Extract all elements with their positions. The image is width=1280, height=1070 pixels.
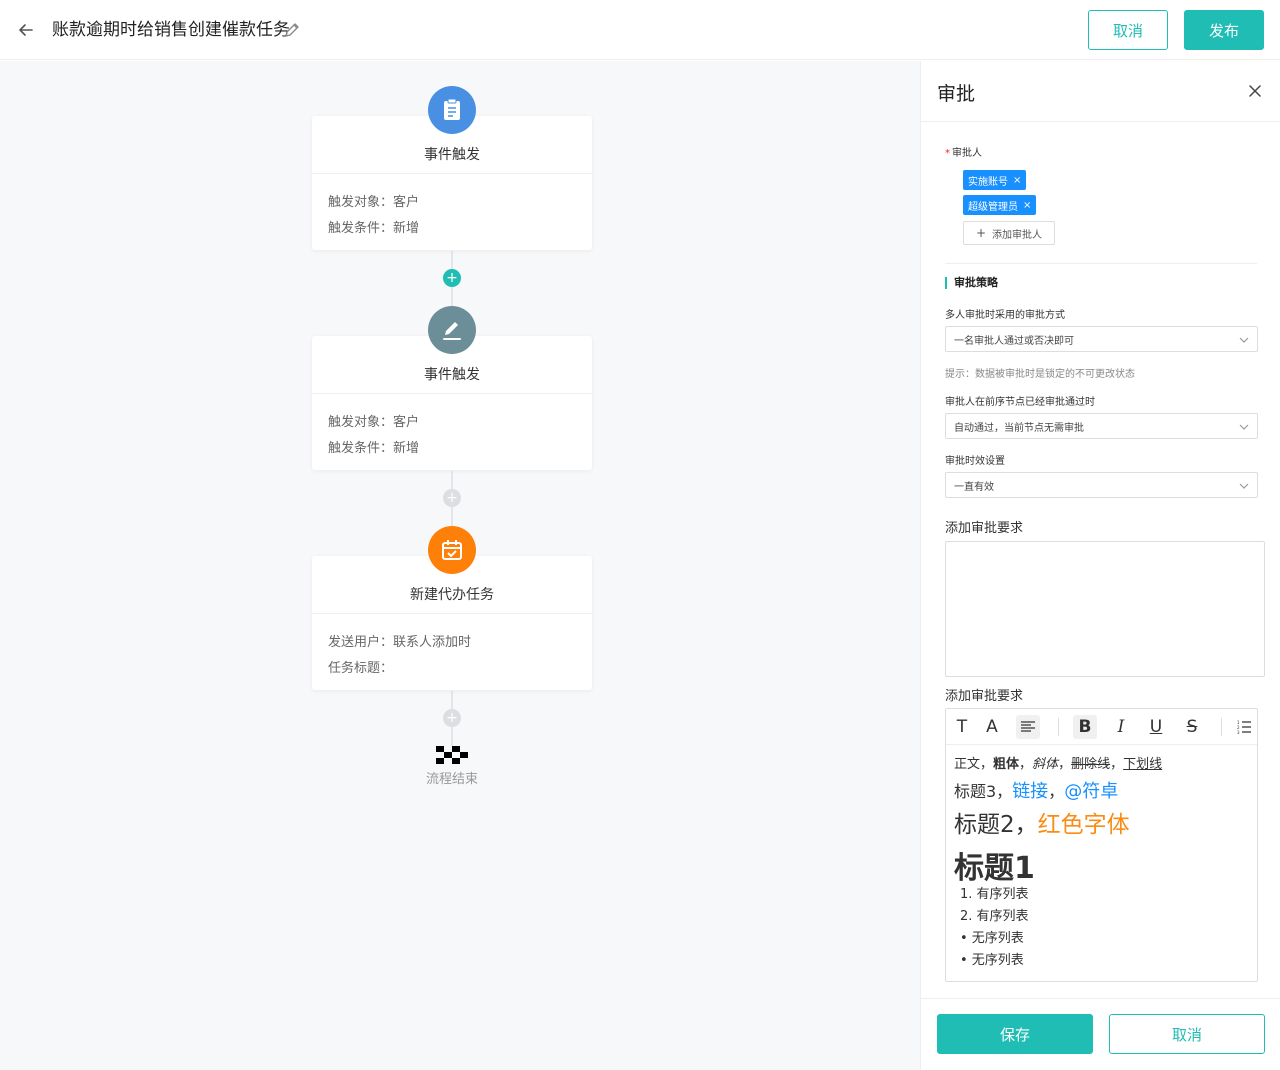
flow-node-card[interactable]: 事件触发 触发对象：客户 触发条件：新增 (312, 116, 592, 250)
editor-line: 标题3，链接，@符卓 (954, 781, 1119, 802)
remove-tag-icon[interactable]: × (1013, 175, 1021, 186)
chevron-down-icon (1239, 337, 1249, 343)
ordered-list-item: 1. 有序列表 (960, 887, 1029, 902)
multi-approval-select[interactable]: 一名审批人通过或否决即可 (945, 326, 1258, 352)
rich-text-editor[interactable]: T A B I U S 123 正文，粗体，斜体，删除线，下划线 标题3，链接，… (945, 708, 1258, 982)
requirement-textarea[interactable] (945, 541, 1265, 677)
approver-tag: 超级管理员 × (963, 195, 1037, 215)
save-button[interactable]: 保存 (937, 1014, 1093, 1054)
divider (921, 121, 1280, 122)
node-title: 事件触发 (424, 147, 480, 163)
add-approver-button[interactable]: + 添加审批人 (963, 221, 1055, 245)
strikethrough-icon[interactable]: S (1180, 715, 1204, 739)
top-bar: 账款逾期时给销售创建催款任务 取消 发布 (0, 0, 1280, 60)
chevron-down-icon (1239, 424, 1249, 430)
align-icon[interactable] (1016, 715, 1040, 739)
node-detail: 触发对象：客户 (328, 415, 420, 430)
divider (1058, 718, 1059, 736)
panel-title: 审批 (937, 83, 976, 105)
editor-line: 正文，粗体，斜体，删除线，下划线 (954, 757, 1163, 772)
checkered-flag-icon (436, 746, 468, 764)
flow-node-card[interactable]: 新建代办任务 发送用户：联系人添加时 任务标题： (312, 556, 592, 690)
italic-icon[interactable]: I (1109, 715, 1133, 739)
node-detail: 触发条件：新增 (328, 441, 420, 456)
timeout-select[interactable]: 一直有效 (945, 472, 1258, 498)
edit-icon (428, 306, 476, 354)
editor-toolbar: T A B I U S 123 (946, 709, 1257, 745)
bold-icon[interactable]: B (1073, 715, 1097, 739)
field-label: 审批时效设置 (945, 456, 1005, 467)
divider (1221, 718, 1222, 736)
prev-passed-select[interactable]: 自动通过，当前节点无需审批 (945, 413, 1258, 439)
remove-tag-icon[interactable]: × (1023, 200, 1031, 211)
hint-text: 提示：数据被审批时是锁定的不可更改状态 (945, 369, 1135, 380)
ordered-list-item: 2. 有序列表 (960, 909, 1029, 924)
divider (921, 998, 1280, 999)
unordered-list-item: • 无序列表 (960, 931, 1024, 946)
pencil-icon[interactable] (283, 21, 301, 39)
svg-text:3: 3 (1237, 730, 1240, 734)
flow-node-card[interactable]: 事件触发 触发对象：客户 触发条件：新增 (312, 336, 592, 470)
calendar-check-icon (428, 526, 476, 574)
underline-icon[interactable]: U (1144, 715, 1168, 739)
ordered-list-icon[interactable]: 123 (1232, 715, 1256, 739)
clipboard-icon (428, 86, 476, 134)
node-detail: 发送用户：联系人添加时 (328, 635, 472, 650)
editor-line: 标题2，红色字体 (954, 812, 1130, 838)
approver-label: * 审批人 (945, 148, 982, 159)
font-size-icon[interactable]: T (950, 715, 974, 739)
back-arrow-icon[interactable] (16, 20, 36, 40)
divider (945, 263, 1257, 264)
divider (312, 393, 592, 394)
node-detail: 任务标题： (328, 661, 394, 676)
font-color-icon[interactable]: A (980, 715, 1004, 739)
node-detail: 触发条件：新增 (328, 221, 420, 236)
required-mark: * (945, 148, 950, 159)
editor-line: 标题1 (954, 851, 1035, 886)
add-node-button[interactable]: + (443, 709, 461, 727)
close-icon[interactable] (1247, 83, 1263, 99)
cancel-button[interactable]: 取消 (1088, 10, 1168, 50)
editor-link[interactable]: 链接 (1012, 781, 1048, 802)
unordered-list-item: • 无序列表 (960, 953, 1024, 968)
section-title: 审批策略 (945, 277, 998, 289)
plus-icon: + (975, 226, 987, 240)
flow-canvas: 事件触发 触发对象：客户 触发条件：新增 + 事件触发 触发对象：客户 触发条件… (0, 61, 920, 1070)
add-node-button[interactable]: + (443, 269, 461, 287)
node-detail: 触发对象：客户 (328, 195, 420, 210)
requirement-label: 添加审批要求 (945, 521, 1024, 536)
add-node-button[interactable]: + (443, 489, 461, 507)
mention[interactable]: @符卓 (1064, 781, 1118, 802)
chevron-down-icon (1239, 483, 1249, 489)
panel-cancel-button[interactable]: 取消 (1109, 1014, 1265, 1054)
requirement-label: 添加审批要求 (945, 689, 1024, 704)
node-title: 事件触发 (424, 367, 480, 383)
page-title: 账款逾期时给销售创建催款任务 (52, 20, 290, 40)
publish-button[interactable]: 发布 (1184, 10, 1264, 50)
field-label: 多人审批时采用的审批方式 (945, 310, 1065, 321)
field-label: 审批人在前序节点已经审批通过时 (945, 397, 1095, 408)
divider (312, 613, 592, 614)
divider (312, 173, 592, 174)
node-title: 新建代办任务 (410, 587, 494, 603)
approver-tag: 实施账号 × (963, 170, 1027, 190)
flow-end-label: 流程结束 (425, 772, 478, 787)
approval-panel: 审批 * 审批人 实施账号 × 超级管理员 × + 添加审批人 审批策略 多人审批时采用… (920, 61, 1280, 1070)
